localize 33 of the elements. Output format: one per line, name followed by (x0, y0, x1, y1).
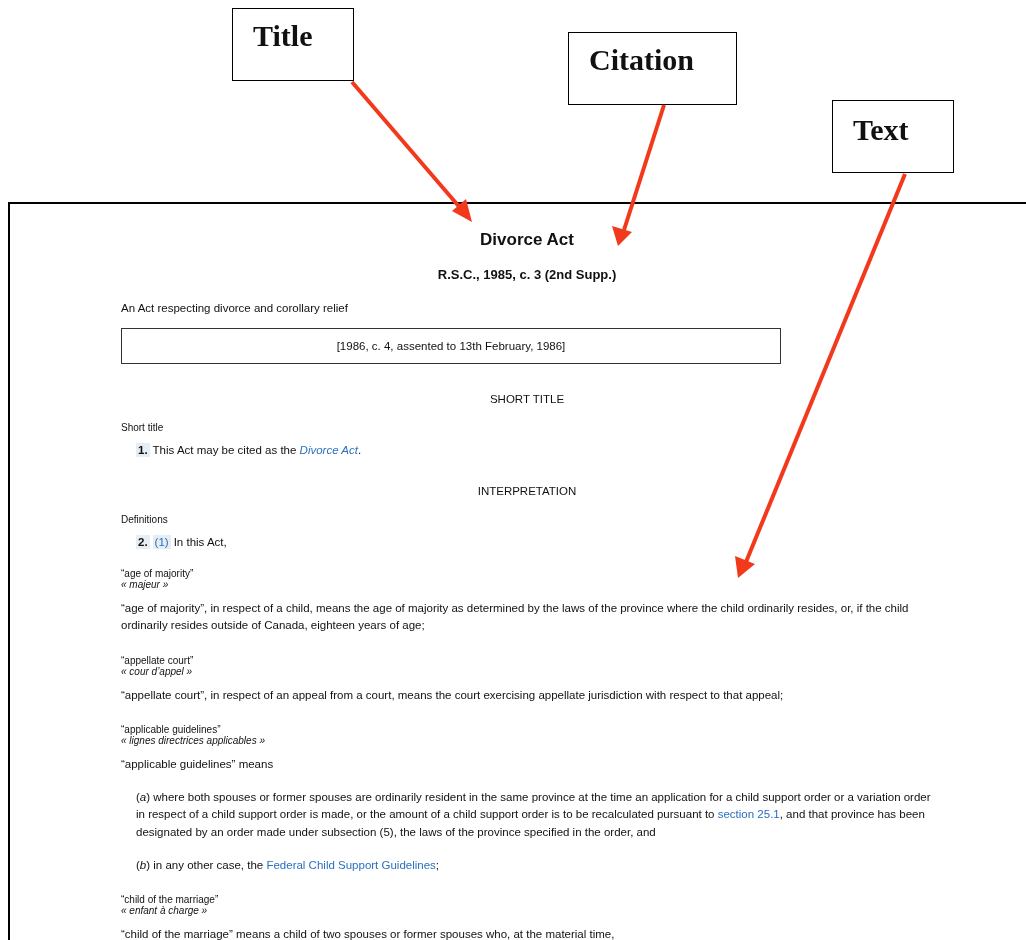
french-term: « cour d’appel » (121, 665, 194, 677)
act-link[interactable]: section 25.1 (717, 808, 780, 821)
french-term: « enfant à charge » (121, 905, 208, 916)
provision-text: This Act may be cited as the Divorce Act. (152, 444, 362, 456)
definition-text: “age of majority”, in respect of a child, means the age of majority as determined by the laws of the province where the child ordinarily resides, or, if the child ordinarily resides outside of Canada, eighteen years of age; (121, 601, 910, 634)
act-citation: R.S.C., 1985, c. 3 (2nd Supp.) (436, 267, 618, 282)
definition-text: “applicable guidelines” means (121, 756, 275, 772)
act-title: Divorce Act (479, 230, 575, 250)
callout-label: Citation (568, 32, 737, 105)
act-link[interactable]: Divorce Act (299, 444, 358, 456)
assent-box: [1986, c. 4, assented to 13th February, 1986] (121, 328, 781, 364)
provision-text: In this Act, (173, 536, 227, 548)
section-number: 1. (136, 443, 150, 457)
act-link[interactable]: Federal Child Support Guidelines (266, 858, 436, 871)
subsection-link[interactable]: (1) (152, 535, 171, 549)
marginal-note: Definitions (121, 514, 169, 525)
callout-label: Title (232, 8, 354, 81)
defined-term: “child of the marriage” (121, 894, 220, 905)
section-number: 2. (136, 535, 150, 549)
defined-term: “applicable guidelines” (121, 723, 222, 735)
section-heading: INTERPRETATION (476, 485, 578, 497)
french-term: « lignes directrices applicables » (121, 734, 266, 746)
definition-text: “child of the marriage” means a child of two spouses or former spouses who, at the material time, (121, 927, 616, 940)
paragraph-text: (b) in any other case, the Federal Child Support Guidelines; (136, 857, 441, 873)
defined-term: “appellate court” (121, 654, 195, 666)
defined-term: “age of majority” (121, 568, 195, 579)
callout-label: Text (832, 100, 954, 173)
french-term: « majeur » (121, 579, 170, 590)
definition-text: “appellate court”, in respect of an appeal from a court, means the court exercising appellate jurisdiction with respect to that appeal; (121, 687, 785, 703)
marginal-note: Short title (121, 422, 165, 433)
paragraph-text: (a) where both spouses or former spouses are ordinarily resident in the same province at the time an application for a child support order or a variation order in respect of a child support order is made, or the amount of a child support order is to be recalculated pursuant to section 25.1, and that province has been designated by an order made under subsection (5), the laws of the province specified in the order, and (136, 790, 932, 840)
section-heading: SHORT TITLE (488, 393, 566, 405)
long-title: An Act respecting divorce and corollary relief (121, 302, 349, 314)
